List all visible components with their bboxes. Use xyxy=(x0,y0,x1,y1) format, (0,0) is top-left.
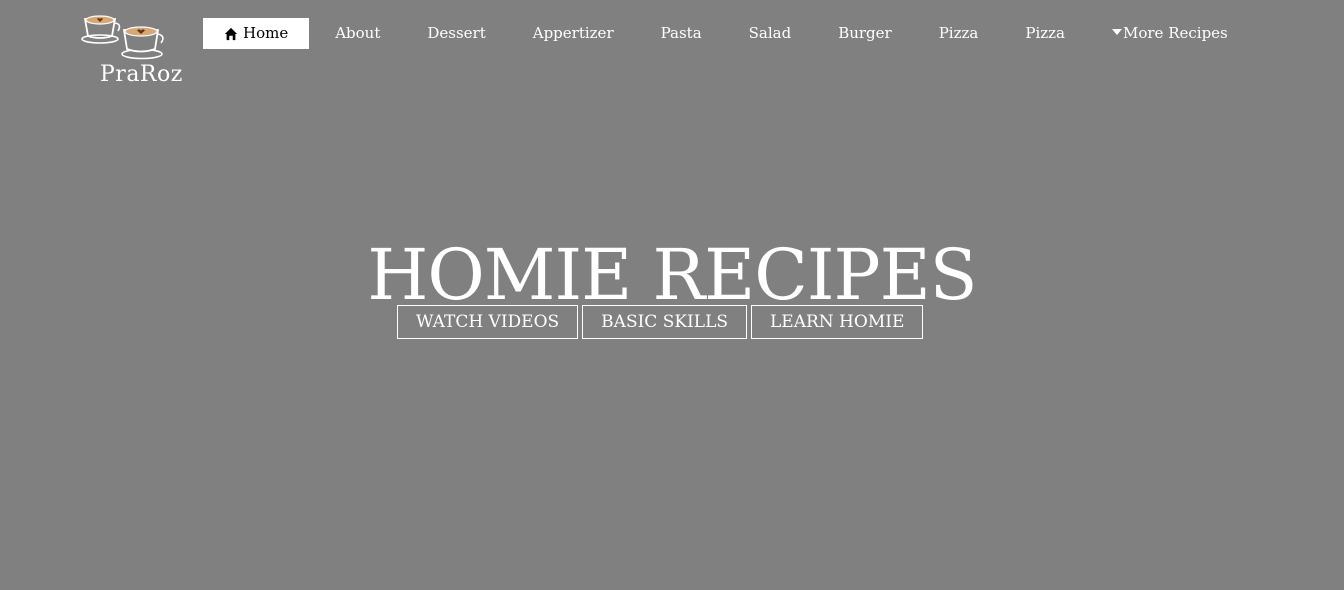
hero-buttons: WATCH VIDEOS BASIC SKILLS LEARN HOMIE xyxy=(397,305,927,339)
brand-logo[interactable]: PraRoz xyxy=(80,12,183,92)
brand-name: PraRoz xyxy=(100,62,183,87)
main-nav: Home About Dessert Appertizer Pasta Sala… xyxy=(203,18,1228,49)
nav-item-label: More Recipes xyxy=(1123,24,1228,42)
nav-item-pizza[interactable]: Pizza xyxy=(939,18,979,49)
nav-item-about[interactable]: About xyxy=(335,18,380,49)
nav-item-more-recipes[interactable]: More Recipes xyxy=(1112,18,1228,49)
home-icon xyxy=(224,27,238,40)
nav-item-home[interactable]: Home xyxy=(203,18,310,49)
nav-item-pasta[interactable]: Pasta xyxy=(661,18,702,49)
nav-item-salad[interactable]: Salad xyxy=(749,18,792,49)
learn-homie-button[interactable]: LEARN HOMIE xyxy=(751,305,924,339)
coffee-cups-logo-icon xyxy=(81,15,164,60)
basic-skills-button[interactable]: BASIC SKILLS xyxy=(582,305,747,339)
nav-item-pizza-2[interactable]: Pizza xyxy=(1025,18,1065,49)
nav-item-appertizer[interactable]: Appertizer xyxy=(533,18,614,49)
nav-item-label: Home xyxy=(243,24,289,42)
nav-item-burger[interactable]: Burger xyxy=(838,18,892,49)
caret-down-icon xyxy=(1112,29,1122,35)
nav-item-dessert[interactable]: Dessert xyxy=(427,18,485,49)
watch-videos-button[interactable]: WATCH VIDEOS xyxy=(397,305,579,339)
